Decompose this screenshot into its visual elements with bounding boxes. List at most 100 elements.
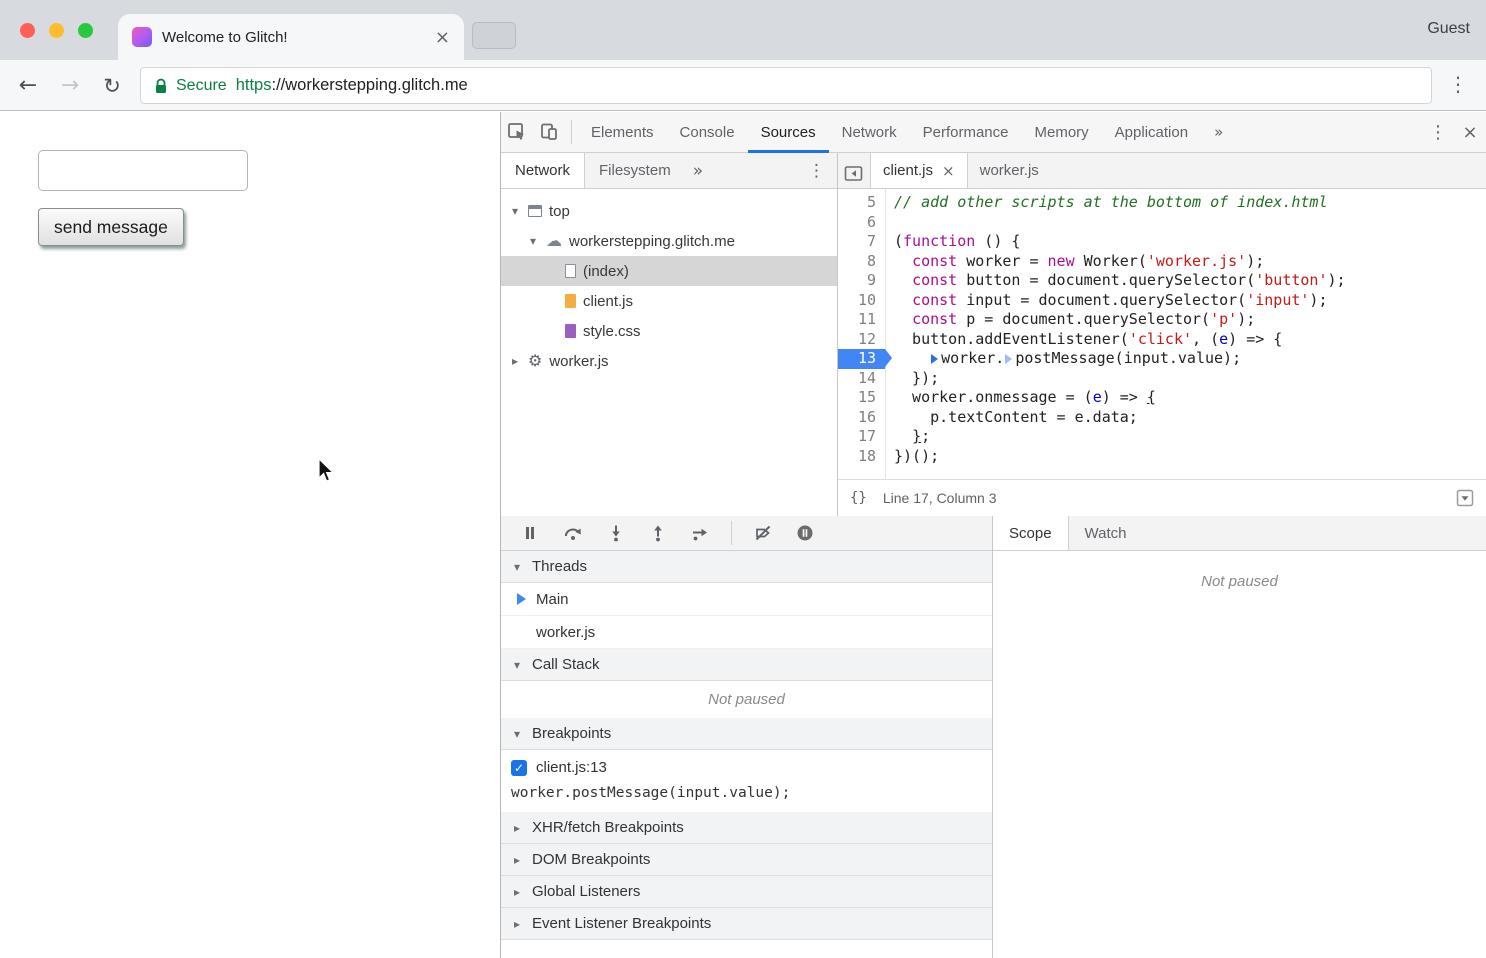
tab-performance[interactable]: Performance bbox=[910, 112, 1022, 153]
navigator-tab-filesystem[interactable]: Filesystem bbox=[585, 153, 685, 188]
close-tab-icon[interactable]: × bbox=[942, 162, 955, 180]
code-line: const worker = new Worker('worker.js'); bbox=[894, 252, 1486, 272]
page-content: send message bbox=[0, 112, 500, 958]
dom-breakpoints-section-header[interactable]: ▸ DOM Breakpoints bbox=[501, 844, 992, 876]
tab-watch[interactable]: Watch bbox=[1069, 516, 1143, 550]
sources-top-area: Network Filesystem » ⋮ ▾ top ▾ ☁ workers… bbox=[501, 153, 1486, 516]
tab-scope[interactable]: Scope bbox=[993, 516, 1069, 550]
breakpoint-checkbox[interactable]: ✓ bbox=[511, 760, 527, 776]
message-input[interactable] bbox=[38, 150, 248, 191]
tree-item-index[interactable]: (index) bbox=[501, 256, 837, 286]
tab-network[interactable]: Network bbox=[829, 112, 910, 153]
step-icon[interactable] bbox=[691, 524, 709, 542]
lock-icon bbox=[155, 78, 167, 94]
thread-label: worker.js bbox=[536, 624, 595, 641]
tab-sources[interactable]: Sources bbox=[748, 112, 829, 153]
devtools-panel: Elements Console Sources Network Perform… bbox=[500, 112, 1486, 958]
toggle-navigator-icon[interactable] bbox=[838, 153, 870, 194]
toggle-sidebar-icon[interactable] bbox=[1456, 489, 1474, 507]
editor-tab-worker-js[interactable]: worker.js bbox=[968, 153, 1051, 188]
tab-close-icon[interactable]: × bbox=[435, 27, 450, 48]
tree-label-style: style.css bbox=[583, 323, 641, 340]
inline-breakpoint-candidate-icon[interactable] bbox=[1005, 354, 1012, 364]
tree-item-domain[interactable]: ▾ ☁ workerstepping.glitch.me bbox=[501, 226, 837, 256]
navigator-more-tabs-icon[interactable]: » bbox=[685, 153, 711, 188]
line-number[interactable]: 10 bbox=[838, 291, 885, 311]
line-number[interactable]: 7 bbox=[838, 232, 885, 252]
thread-worker[interactable]: worker.js bbox=[501, 616, 992, 649]
deactivate-breakpoints-icon[interactable] bbox=[754, 524, 772, 542]
tab-title: Welcome to Glitch! bbox=[162, 29, 425, 46]
step-into-icon[interactable] bbox=[607, 524, 625, 542]
minimize-window-button[interactable] bbox=[49, 23, 64, 38]
line-number[interactable]: 15 bbox=[838, 388, 885, 408]
editor-tab-client-js[interactable]: client.js × bbox=[870, 153, 968, 188]
step-out-icon[interactable] bbox=[649, 524, 667, 542]
send-message-button[interactable]: send message bbox=[38, 208, 184, 246]
code-line bbox=[894, 213, 1486, 233]
tree-item-client-js[interactable]: client.js bbox=[501, 286, 837, 316]
tab-application[interactable]: Application bbox=[1102, 112, 1201, 153]
line-number[interactable]: 18 bbox=[838, 447, 885, 467]
line-number[interactable]: 5 bbox=[838, 193, 885, 213]
devtools-toolbar: Elements Console Sources Network Perform… bbox=[501, 112, 1486, 153]
section-label: Breakpoints bbox=[532, 725, 611, 742]
tree-item-style-css[interactable]: style.css bbox=[501, 316, 837, 346]
glitch-favicon-icon bbox=[132, 27, 152, 47]
line-number[interactable]: 16 bbox=[838, 408, 885, 428]
inspect-element-icon[interactable] bbox=[501, 112, 533, 153]
xhr-breakpoints-section-header[interactable]: ▸ XHR/fetch Breakpoints bbox=[501, 812, 992, 844]
profile-name[interactable]: Guest bbox=[1427, 20, 1470, 38]
code-lines[interactable]: // add other scripts at the bottom of in… bbox=[886, 189, 1486, 479]
tree-item-worker-js[interactable]: ▸ ⚙ worker.js bbox=[501, 346, 837, 376]
inline-breakpoint-marker-icon[interactable] bbox=[931, 354, 938, 364]
chevron-down-icon[interactable]: ▾ bbox=[527, 234, 539, 248]
navigator-tab-network[interactable]: Network bbox=[501, 153, 585, 188]
back-button[interactable]: ← bbox=[14, 72, 42, 100]
line-number[interactable]: 17 bbox=[838, 427, 885, 447]
url-scheme: https bbox=[236, 76, 272, 94]
threads-section-header[interactable]: ▾ Threads bbox=[501, 551, 992, 583]
line-number[interactable]: 9 bbox=[838, 271, 885, 291]
breakpoints-section-header[interactable]: ▾ Breakpoints bbox=[501, 718, 992, 750]
device-toolbar-icon[interactable] bbox=[533, 112, 565, 153]
chevron-down-icon[interactable]: ▾ bbox=[509, 204, 521, 218]
browser-tab[interactable]: Welcome to Glitch! × bbox=[118, 14, 464, 60]
line-number[interactable]: 8 bbox=[838, 252, 885, 272]
browser-menu-icon[interactable]: ⋮ bbox=[1446, 72, 1470, 96]
address-bar[interactable]: Secure https://workerstepping.glitch.me bbox=[140, 67, 1432, 104]
breakpoint-code: worker.postMessage(input.value); bbox=[511, 785, 992, 801]
pause-script-icon[interactable] bbox=[521, 524, 539, 542]
line-number[interactable]: 11 bbox=[838, 310, 885, 330]
chevron-right-icon[interactable]: ▸ bbox=[509, 354, 521, 368]
tab-console[interactable]: Console bbox=[667, 112, 748, 153]
pause-on-exceptions-icon[interactable] bbox=[796, 524, 814, 542]
close-window-button[interactable] bbox=[20, 23, 35, 38]
devtools-menu-icon[interactable]: ⋮ bbox=[1422, 112, 1454, 153]
breakpoint-line-number[interactable]: 13 bbox=[838, 349, 885, 369]
call-stack-section-header[interactable]: ▾ Call Stack bbox=[501, 649, 992, 681]
thread-main[interactable]: Main bbox=[501, 583, 992, 616]
code-editor[interactable]: 56789101112131415161718 // add other scr… bbox=[838, 189, 1486, 479]
tree-item-top[interactable]: ▾ top bbox=[501, 196, 837, 226]
pretty-print-icon[interactable]: {} bbox=[850, 490, 867, 506]
mouse-cursor bbox=[315, 458, 337, 484]
event-listener-breakpoints-section-header[interactable]: ▸ Event Listener Breakpoints bbox=[501, 908, 992, 940]
zoom-window-button[interactable] bbox=[78, 23, 93, 38]
line-number[interactable]: 12 bbox=[838, 330, 885, 350]
breakpoint-entry[interactable]: ✓ client.js:13 worker.postMessage(input.… bbox=[501, 750, 992, 812]
more-tabs-icon[interactable]: » bbox=[1201, 112, 1236, 153]
reload-button[interactable]: ↻ bbox=[98, 72, 126, 100]
navigator-menu-icon[interactable]: ⋮ bbox=[796, 153, 837, 188]
step-over-icon[interactable] bbox=[563, 524, 583, 542]
line-number[interactable]: 6 bbox=[838, 213, 885, 233]
forward-button[interactable]: → bbox=[56, 72, 84, 100]
tab-memory[interactable]: Memory bbox=[1022, 112, 1102, 153]
line-number-gutter[interactable]: 56789101112131415161718 bbox=[838, 189, 886, 479]
devtools-close-icon[interactable]: × bbox=[1454, 112, 1486, 153]
global-listeners-section-header[interactable]: ▸ Global Listeners bbox=[501, 876, 992, 908]
line-number[interactable]: 14 bbox=[838, 369, 885, 389]
code-line: const input = document.querySelector('in… bbox=[894, 291, 1486, 311]
code-line: worker.onmessage = (e) => { bbox=[894, 388, 1486, 408]
tab-elements[interactable]: Elements bbox=[578, 112, 667, 153]
